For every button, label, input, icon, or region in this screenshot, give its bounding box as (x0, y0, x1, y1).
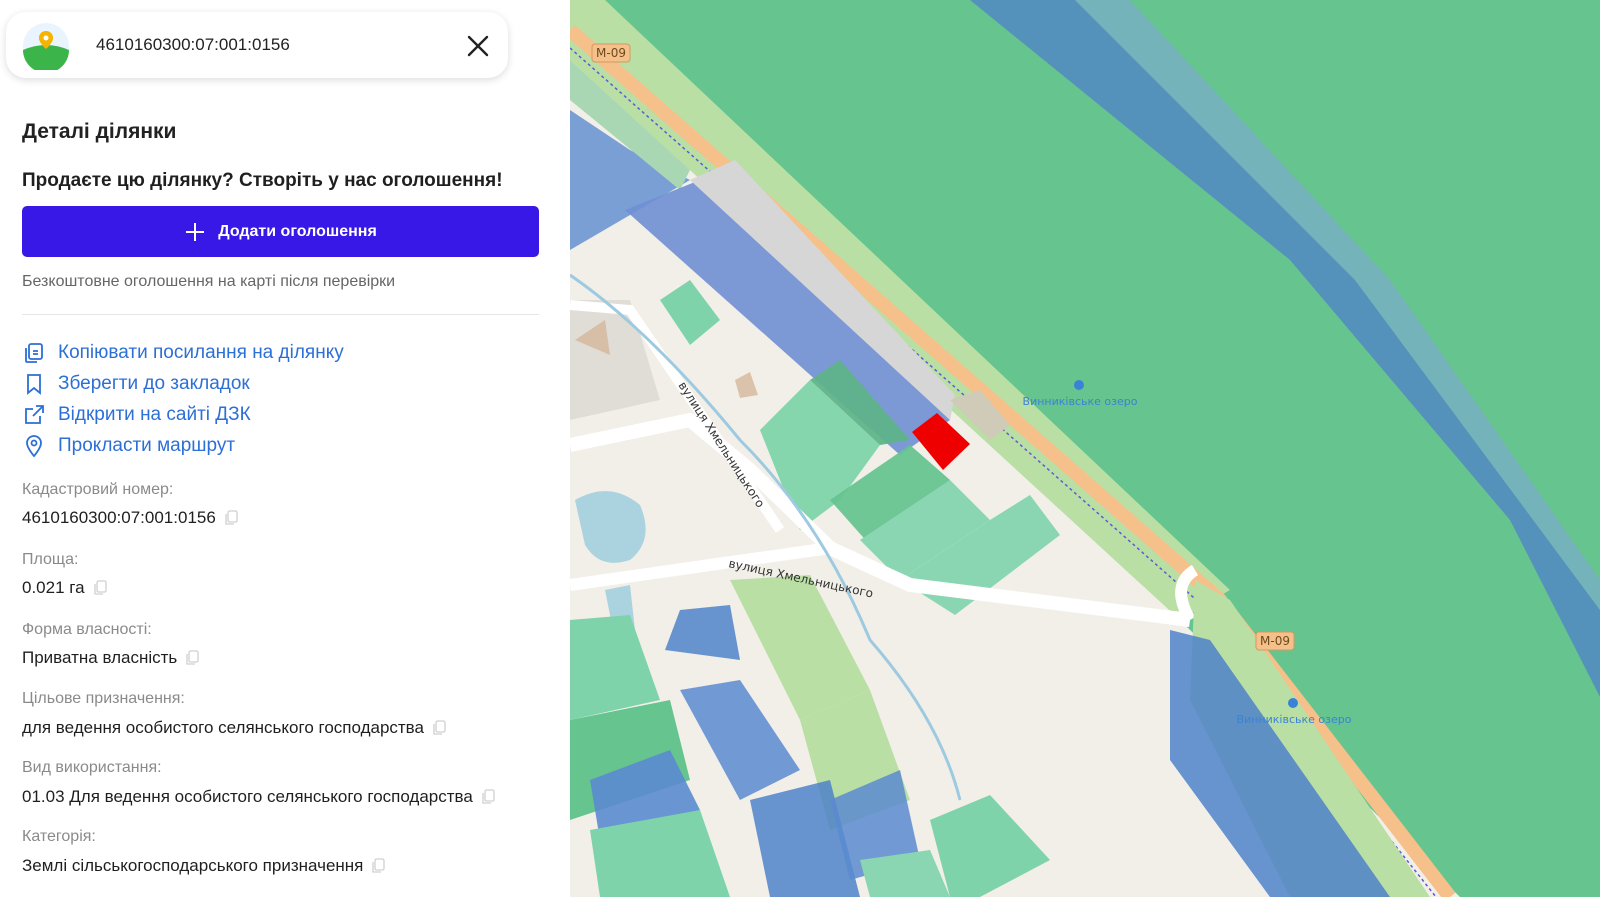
open-dzk-label: Відкрити на сайті ДЗК (58, 404, 251, 425)
ownership-text: Приватна власність (22, 648, 178, 667)
free-listing-note: Безкоштовне оголошення на карті після пе… (22, 273, 396, 290)
add-listing-label: Додати оголошення (218, 222, 377, 240)
road-label-m09: М-09 (1255, 631, 1295, 651)
divider (22, 314, 539, 315)
category-label: Категорія: (22, 828, 96, 845)
purpose-value: для ведення особистого селянського госпо… (22, 718, 446, 738)
copy-icon[interactable] (481, 789, 495, 805)
search-query-text[interactable]: 4610160300:07:001:0156 (96, 35, 290, 55)
area-text: 0.021 га (22, 578, 85, 597)
copy-icon[interactable] (224, 510, 238, 526)
copy-icon[interactable] (371, 858, 386, 874)
parcel-details-panel: 4610160300:07:001:0156 Деталі ділянки Пр… (0, 0, 570, 897)
ownership-value: Приватна власність (22, 648, 199, 668)
route-label: Прокласти маршрут (58, 435, 236, 456)
open-dzk-action[interactable]: Відкрити на сайті ДЗК (22, 402, 251, 428)
road-label-m09: М-09 (591, 43, 631, 63)
category-text: Землі сільськогосподарського призначення (22, 856, 364, 875)
usage-type-label: Вид використання: (22, 759, 162, 776)
cadastral-number-value: 4610160300:07:001:0156 (22, 508, 238, 528)
bookmark-icon (27, 374, 41, 395)
copy-link-action[interactable]: Копіювати посилання на ділянку (22, 340, 344, 366)
cadastral-number-label: Кадастровий номер: (22, 481, 174, 498)
purpose-label: Цільове призначення: (22, 690, 185, 707)
poi-label: Винниківське озеро (1237, 713, 1352, 726)
close-icon[interactable] (464, 32, 492, 60)
category-value: Землі сільськогосподарського призначення (22, 856, 386, 876)
water-icon (1288, 698, 1298, 708)
location-pin-icon (26, 435, 42, 458)
add-listing-button[interactable]: Додати оголошення (22, 206, 539, 257)
area-value: 0.021 га (22, 578, 107, 598)
external-link-icon (25, 405, 44, 424)
road-label-text: М-09 (596, 46, 626, 60)
purpose-text: для ведення особистого селянського госпо… (22, 718, 424, 737)
app-logo-icon[interactable] (22, 22, 70, 70)
map-canvas[interactable]: М-09 М-09 вулиця Хмельницького вулиця Хм… (570, 0, 1600, 897)
usage-type-text: 01.03 Для ведення особистого селянського… (22, 787, 473, 806)
usage-type-value: 01.03 Для ведення особистого селянського… (22, 787, 495, 807)
route-action[interactable]: Прокласти маршрут (22, 433, 235, 459)
plus-icon (186, 222, 205, 241)
area-label: Площа: (22, 551, 79, 568)
copy-link-icon (25, 343, 43, 363)
search-card: 4610160300:07:001:0156 (6, 12, 508, 78)
details-title: Деталі ділянки (22, 120, 177, 143)
bookmark-action[interactable]: Зберегти до закладок (22, 371, 250, 397)
copy-icon[interactable] (93, 580, 107, 596)
ownership-label: Форма власності: (22, 621, 152, 638)
copy-link-label: Копіювати посилання на ділянку (58, 342, 344, 363)
road-label-text: М-09 (1260, 634, 1290, 648)
cadastral-number-text: 4610160300:07:001:0156 (22, 508, 216, 527)
water-icon (1074, 380, 1084, 390)
cadastral-map[interactable]: М-09 М-09 вулиця Хмельницького вулиця Хм… (570, 0, 1600, 897)
copy-icon[interactable] (432, 720, 446, 736)
poi-label: Винниківське озеро (1023, 395, 1138, 408)
sell-prompt: Продаєте цю ділянку? Створіть у нас огол… (22, 170, 503, 191)
bookmark-label: Зберегти до закладок (58, 373, 250, 394)
copy-icon[interactable] (185, 650, 199, 666)
